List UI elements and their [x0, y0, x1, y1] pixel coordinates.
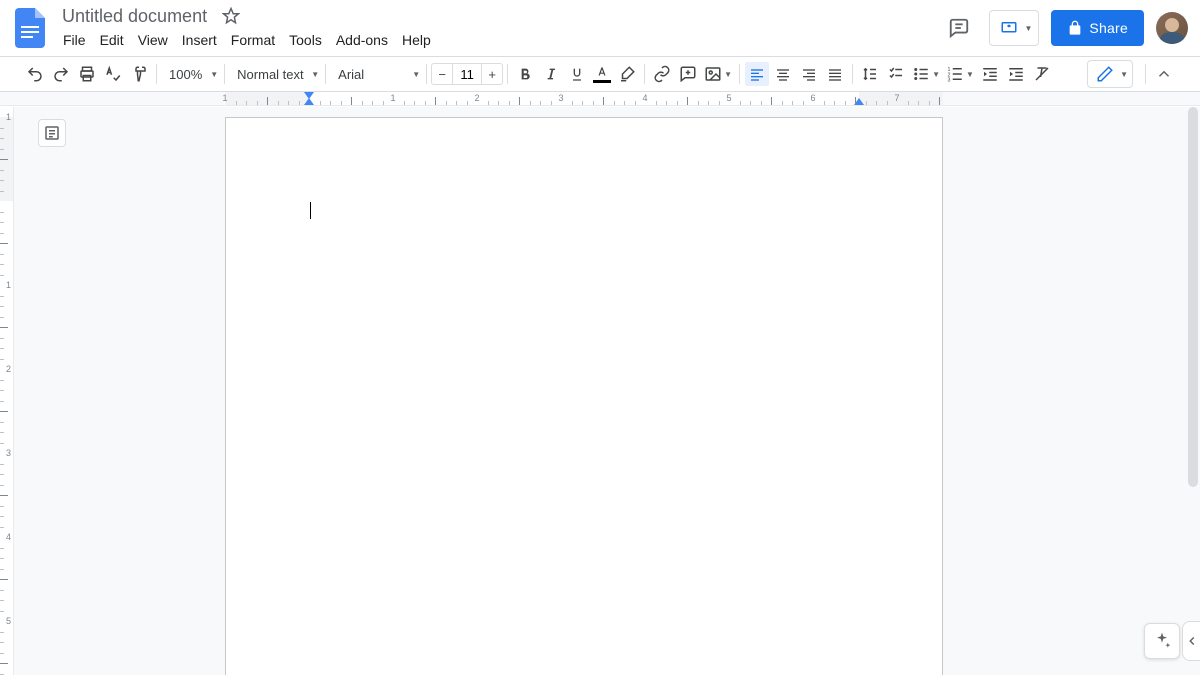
- paint-format-icon[interactable]: [127, 62, 151, 86]
- bulleted-list-icon[interactable]: ▼: [910, 62, 942, 86]
- undo-icon[interactable]: [23, 62, 47, 86]
- clear-format-icon[interactable]: [1030, 62, 1054, 86]
- docs-logo[interactable]: [12, 10, 48, 46]
- insert-comment-icon[interactable]: [676, 62, 700, 86]
- highlight-icon[interactable]: [615, 62, 639, 86]
- collapse-toolbar-icon[interactable]: [1150, 60, 1178, 88]
- insert-image-icon[interactable]: ▼: [702, 62, 734, 86]
- toolbar: 100%▼ Normal text▼ Arial▼ − + ▼ ▼ 123▼ ▼: [0, 56, 1200, 92]
- left-indent-marker[interactable]: [304, 98, 314, 105]
- align-center-icon[interactable]: [771, 62, 795, 86]
- page[interactable]: [225, 117, 943, 675]
- header: Untitled document File Edit View Insert …: [0, 0, 1200, 56]
- chevron-down-icon: ▼: [932, 70, 940, 79]
- align-left-icon[interactable]: [745, 62, 769, 86]
- italic-icon[interactable]: [539, 62, 563, 86]
- chevron-down-icon: ▼: [412, 70, 420, 79]
- align-right-icon[interactable]: [797, 62, 821, 86]
- font-select[interactable]: Arial▼: [330, 62, 422, 86]
- vertical-scrollbar[interactable]: [1186, 107, 1200, 675]
- share-label: Share: [1089, 20, 1128, 36]
- menu-format[interactable]: Format: [224, 30, 282, 54]
- bold-icon[interactable]: [513, 62, 537, 86]
- print-icon[interactable]: [75, 62, 99, 86]
- menu-insert[interactable]: Insert: [175, 30, 224, 54]
- menu-file[interactable]: File: [56, 30, 93, 54]
- menu-view[interactable]: View: [131, 30, 175, 54]
- paragraph-style-select[interactable]: Normal text▼: [229, 62, 321, 86]
- checklist-icon[interactable]: [884, 62, 908, 86]
- star-icon[interactable]: [217, 2, 245, 30]
- horizontal-ruler[interactable]: 11234567: [0, 92, 1200, 106]
- decrease-indent-icon[interactable]: [978, 62, 1002, 86]
- svg-text:3: 3: [948, 78, 951, 84]
- present-button[interactable]: ▼: [989, 10, 1039, 46]
- chevron-down-icon: ▼: [210, 70, 218, 79]
- font-size-decrease[interactable]: −: [431, 63, 453, 85]
- align-justify-icon[interactable]: [823, 62, 847, 86]
- lock-icon: [1067, 20, 1083, 36]
- avatar[interactable]: [1156, 12, 1188, 44]
- increase-indent-icon[interactable]: [1004, 62, 1028, 86]
- editing-mode-button[interactable]: ▼: [1087, 60, 1133, 88]
- share-button[interactable]: Share: [1051, 10, 1144, 46]
- pencil-icon: [1096, 65, 1114, 83]
- text-color-icon[interactable]: [590, 62, 614, 86]
- line-spacing-icon[interactable]: [858, 62, 882, 86]
- title-area: Untitled document File Edit View Insert …: [52, 2, 941, 54]
- redo-icon[interactable]: [49, 62, 73, 86]
- vertical-ruler[interactable]: 112345: [0, 107, 14, 675]
- chevron-down-icon: ▼: [1024, 24, 1032, 33]
- font-size-increase[interactable]: +: [481, 63, 503, 85]
- chevron-down-icon: ▼: [1120, 70, 1128, 79]
- side-panel-toggle-icon[interactable]: [1182, 621, 1200, 661]
- insert-link-icon[interactable]: [650, 62, 674, 86]
- outline-toggle-icon[interactable]: [38, 119, 66, 147]
- numbered-list-icon[interactable]: 123▼: [944, 62, 976, 86]
- menubar: File Edit View Insert Format Tools Add-o…: [56, 30, 941, 54]
- font-size-input[interactable]: [453, 63, 481, 85]
- explore-button[interactable]: [1144, 623, 1180, 659]
- chevron-down-icon: ▼: [311, 70, 319, 79]
- chevron-down-icon: ▼: [966, 70, 974, 79]
- text-cursor: [310, 202, 311, 219]
- spellcheck-icon[interactable]: [101, 62, 125, 86]
- menu-addons[interactable]: Add-ons: [329, 30, 395, 54]
- underline-icon[interactable]: [565, 62, 589, 86]
- menu-help[interactable]: Help: [395, 30, 438, 54]
- zoom-select[interactable]: 100%▼: [161, 62, 220, 86]
- menu-tools[interactable]: Tools: [282, 30, 329, 54]
- scrollbar-thumb[interactable]: [1188, 107, 1198, 487]
- chevron-down-icon: ▼: [724, 70, 732, 79]
- menu-edit[interactable]: Edit: [93, 30, 131, 54]
- comments-icon[interactable]: [941, 10, 977, 46]
- document-canvas: [14, 107, 1186, 675]
- document-title[interactable]: Untitled document: [56, 4, 213, 29]
